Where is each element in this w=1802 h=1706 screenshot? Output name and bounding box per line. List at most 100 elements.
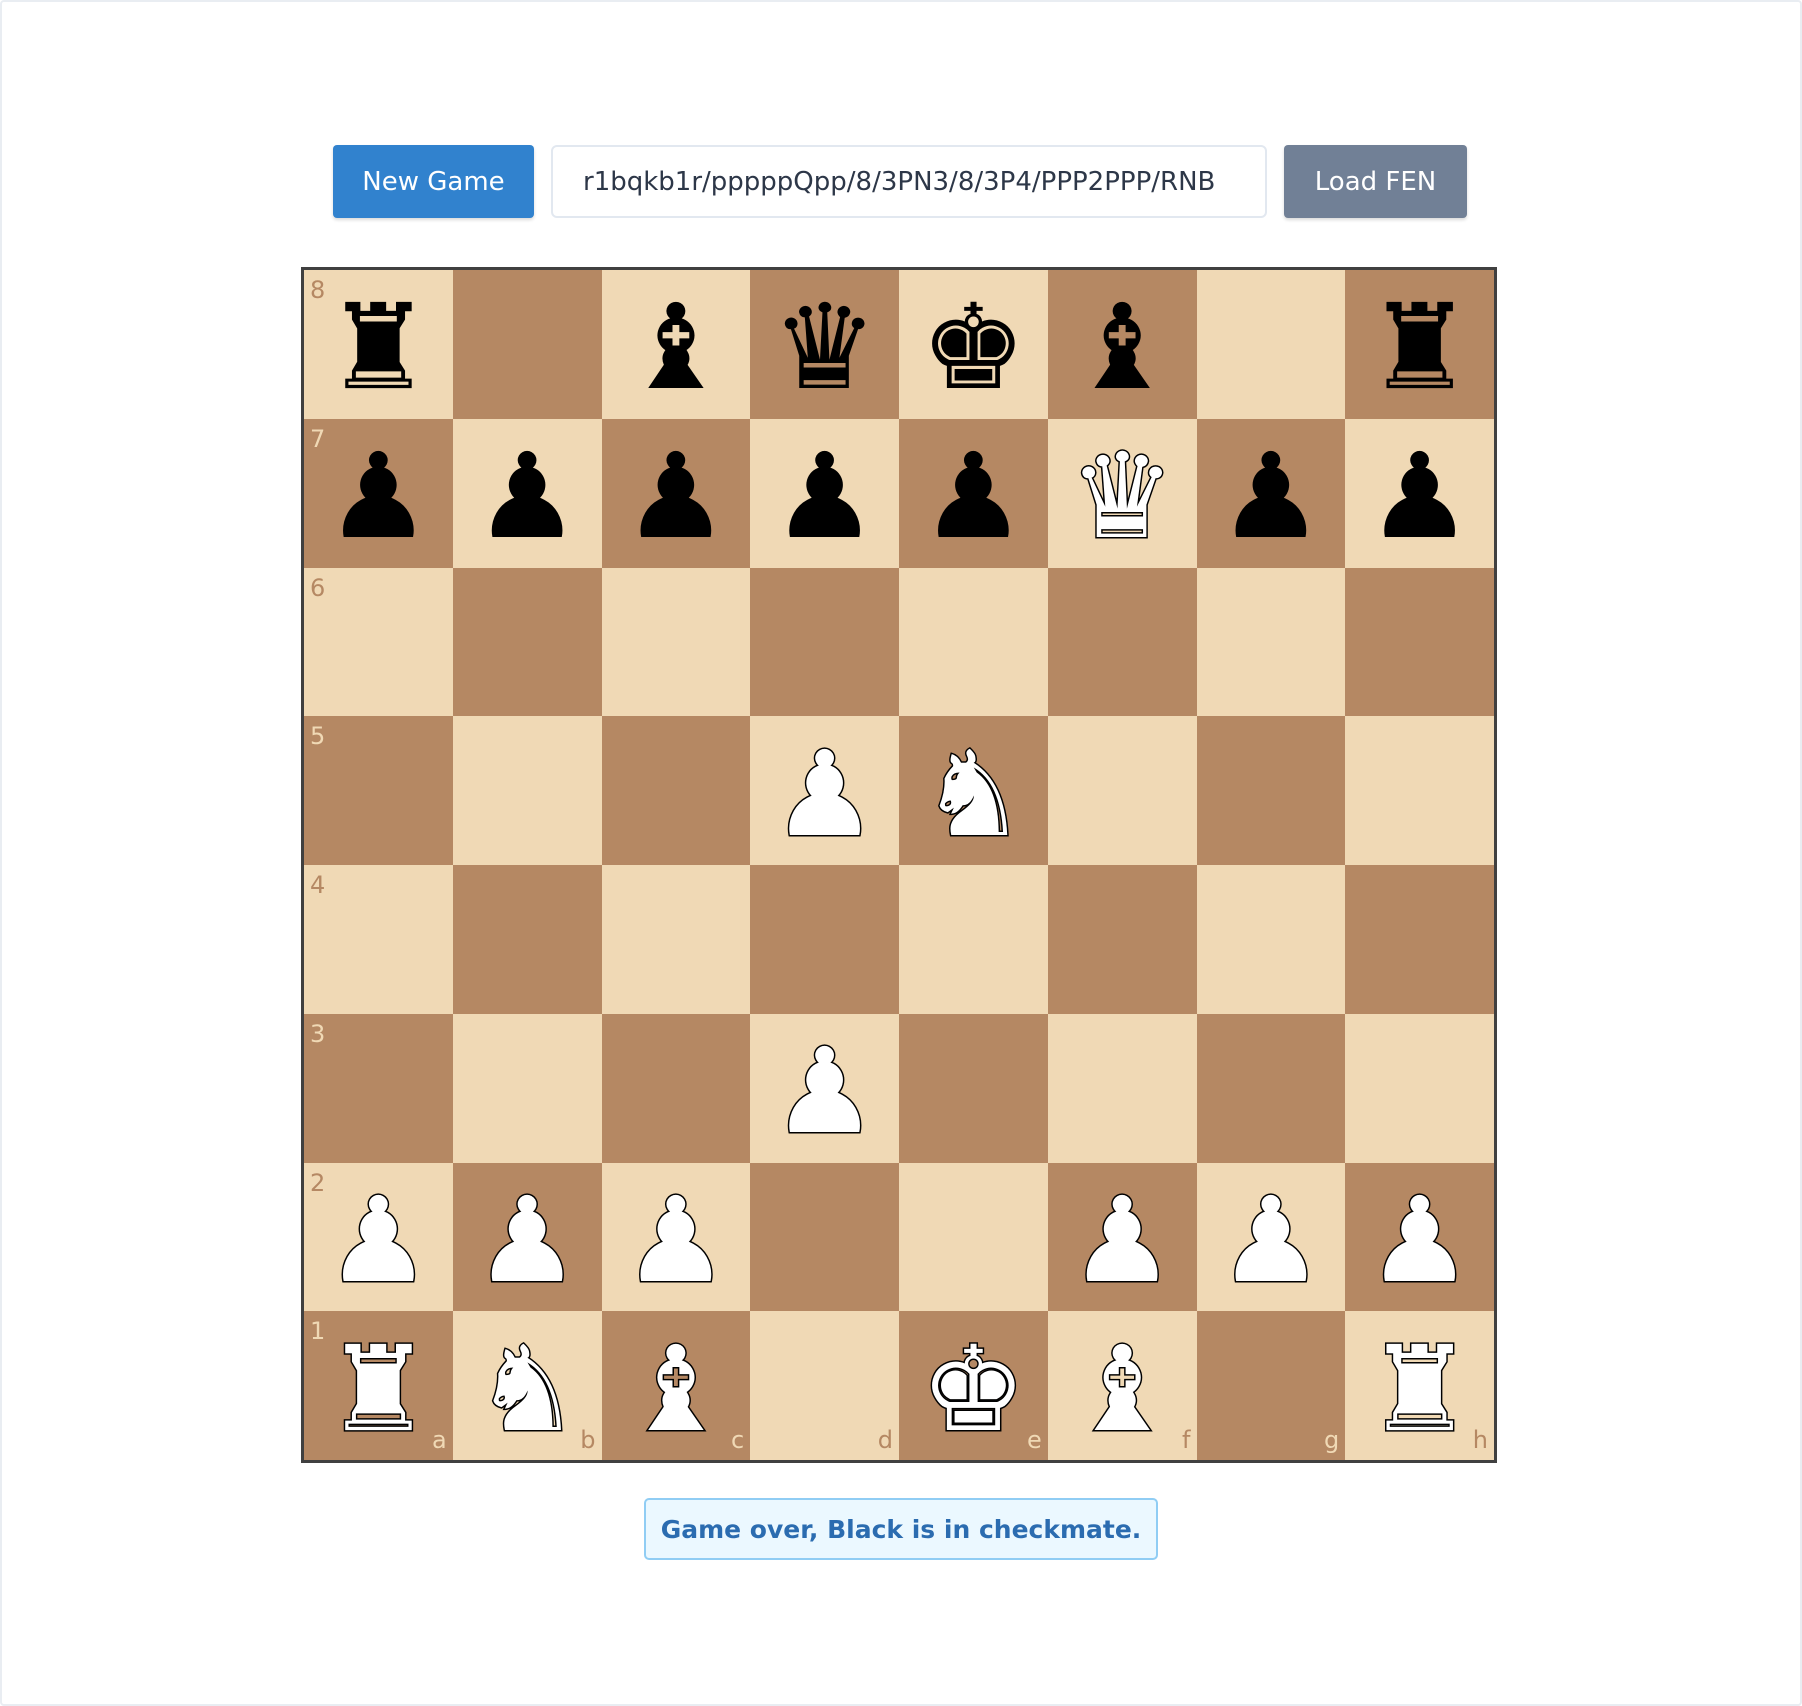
square-d3[interactable]: ♟ [750,1013,899,1163]
square-f5[interactable] [1047,716,1197,865]
black-rook-icon[interactable]: ♜ [325,288,431,406]
square-b3[interactable] [452,1013,602,1163]
new-game-button[interactable]: New Game [333,145,534,218]
square-d1[interactable]: d [750,1311,899,1460]
black-pawn-icon[interactable]: ♟ [325,437,431,555]
square-f8[interactable]: ♝ [1047,270,1197,419]
square-b4[interactable] [452,865,602,1014]
square-f1[interactable]: f ♝ [1047,1311,1197,1460]
square-e2[interactable] [899,1162,1048,1312]
square-h7[interactable]: ♟ [1345,418,1494,568]
square-b2[interactable]: ♟ [452,1162,602,1312]
square-f2[interactable]: ♟ [1047,1162,1197,1312]
controls-bar: New Game Load FEN [333,145,1467,218]
white-pawn-icon[interactable]: ♟ [770,733,879,854]
black-queen-icon[interactable]: ♛ [772,288,878,406]
black-pawn-icon[interactable]: ♟ [772,437,878,555]
square-h5[interactable] [1345,716,1494,865]
square-g5[interactable] [1196,716,1346,865]
fen-input[interactable] [551,145,1267,218]
square-d5[interactable]: ♟ [750,716,899,865]
black-rook-icon[interactable]: ♜ [1367,288,1473,406]
file-label: d [877,1426,893,1454]
black-pawn-icon[interactable]: ♟ [1367,437,1473,555]
square-e5[interactable]: ♞ [899,716,1048,865]
black-pawn-icon[interactable]: ♟ [474,437,580,555]
black-pawn-icon[interactable]: ♟ [623,437,729,555]
square-a6[interactable]: 6 [304,567,453,717]
square-g3[interactable] [1196,1013,1346,1163]
square-c7[interactable]: ♟ [601,418,751,568]
square-c1[interactable]: c ♝ [601,1311,751,1460]
square-f6[interactable] [1047,567,1197,717]
square-f3[interactable] [1047,1013,1197,1163]
square-h6[interactable] [1345,567,1494,717]
square-a7[interactable]: 7 ♟ [304,418,453,568]
square-b5[interactable] [452,716,602,865]
square-h2[interactable]: ♟ [1345,1162,1494,1312]
white-bishop-icon[interactable]: ♝ [1068,1328,1177,1449]
square-a1[interactable]: 1 a ♜ [304,1311,453,1460]
square-g2[interactable]: ♟ [1196,1162,1346,1312]
square-b7[interactable]: ♟ [452,418,602,568]
square-g8[interactable] [1196,270,1346,419]
white-pawn-icon[interactable]: ♟ [473,1179,582,1300]
square-b6[interactable] [452,567,602,717]
square-g7[interactable]: ♟ [1196,418,1346,568]
square-g1[interactable]: g [1196,1311,1346,1460]
square-h3[interactable] [1345,1013,1494,1163]
square-c3[interactable] [601,1013,751,1163]
load-fen-button[interactable]: Load FEN [1284,145,1467,218]
white-rook-icon[interactable]: ♜ [1365,1328,1474,1449]
square-d8[interactable]: ♛ [750,270,899,419]
white-rook-icon[interactable]: ♜ [324,1328,433,1449]
square-f7[interactable]: ♛ [1047,418,1197,568]
square-d6[interactable] [750,567,899,717]
square-e6[interactable] [899,567,1048,717]
black-king-icon[interactable]: ♚ [920,288,1026,406]
square-a4[interactable]: 4 [304,865,453,1014]
white-knight-icon[interactable]: ♞ [919,733,1028,854]
white-queen-icon[interactable]: ♛ [1068,436,1177,557]
square-h1[interactable]: h ♜ [1345,1311,1494,1460]
square-c8[interactable]: ♝ [601,270,751,419]
square-h4[interactable] [1345,865,1494,1014]
square-a8[interactable]: 8 ♜ [304,270,453,419]
rank-label: 1 [310,1317,326,1346]
square-e1[interactable]: e ♚ [899,1311,1048,1460]
file-label: c [731,1426,745,1454]
white-pawn-icon[interactable]: ♟ [770,1031,879,1152]
white-pawn-icon[interactable]: ♟ [1216,1179,1325,1300]
square-a2[interactable]: 2 ♟ [304,1162,453,1312]
square-d4[interactable] [750,865,899,1014]
square-a5[interactable]: 5 [304,716,453,865]
square-c5[interactable] [601,716,751,865]
white-pawn-icon[interactable]: ♟ [324,1179,433,1300]
square-e4[interactable] [899,865,1048,1014]
square-f4[interactable] [1047,865,1197,1014]
square-d2[interactable] [750,1162,899,1312]
square-h8[interactable]: ♜ [1345,270,1494,419]
square-g6[interactable] [1196,567,1346,717]
square-e3[interactable] [899,1013,1048,1163]
square-a3[interactable]: 3 [304,1013,453,1163]
square-g4[interactable] [1196,865,1346,1014]
square-d7[interactable]: ♟ [750,418,899,568]
white-pawn-icon[interactable]: ♟ [621,1179,730,1300]
square-c4[interactable] [601,865,751,1014]
square-b1[interactable]: b ♞ [452,1311,602,1460]
white-bishop-icon[interactable]: ♝ [621,1328,730,1449]
white-pawn-icon[interactable]: ♟ [1365,1179,1474,1300]
black-pawn-icon[interactable]: ♟ [920,437,1026,555]
black-bishop-icon[interactable]: ♝ [623,288,729,406]
square-e7[interactable]: ♟ [899,418,1048,568]
white-king-icon[interactable]: ♚ [919,1328,1028,1449]
square-c6[interactable] [601,567,751,717]
white-pawn-icon[interactable]: ♟ [1068,1179,1177,1300]
black-pawn-icon[interactable]: ♟ [1218,437,1324,555]
black-bishop-icon[interactable]: ♝ [1069,288,1175,406]
white-knight-icon[interactable]: ♞ [473,1328,582,1449]
square-c2[interactable]: ♟ [601,1162,751,1312]
square-b8[interactable] [452,270,602,419]
square-e8[interactable]: ♚ [899,270,1048,419]
